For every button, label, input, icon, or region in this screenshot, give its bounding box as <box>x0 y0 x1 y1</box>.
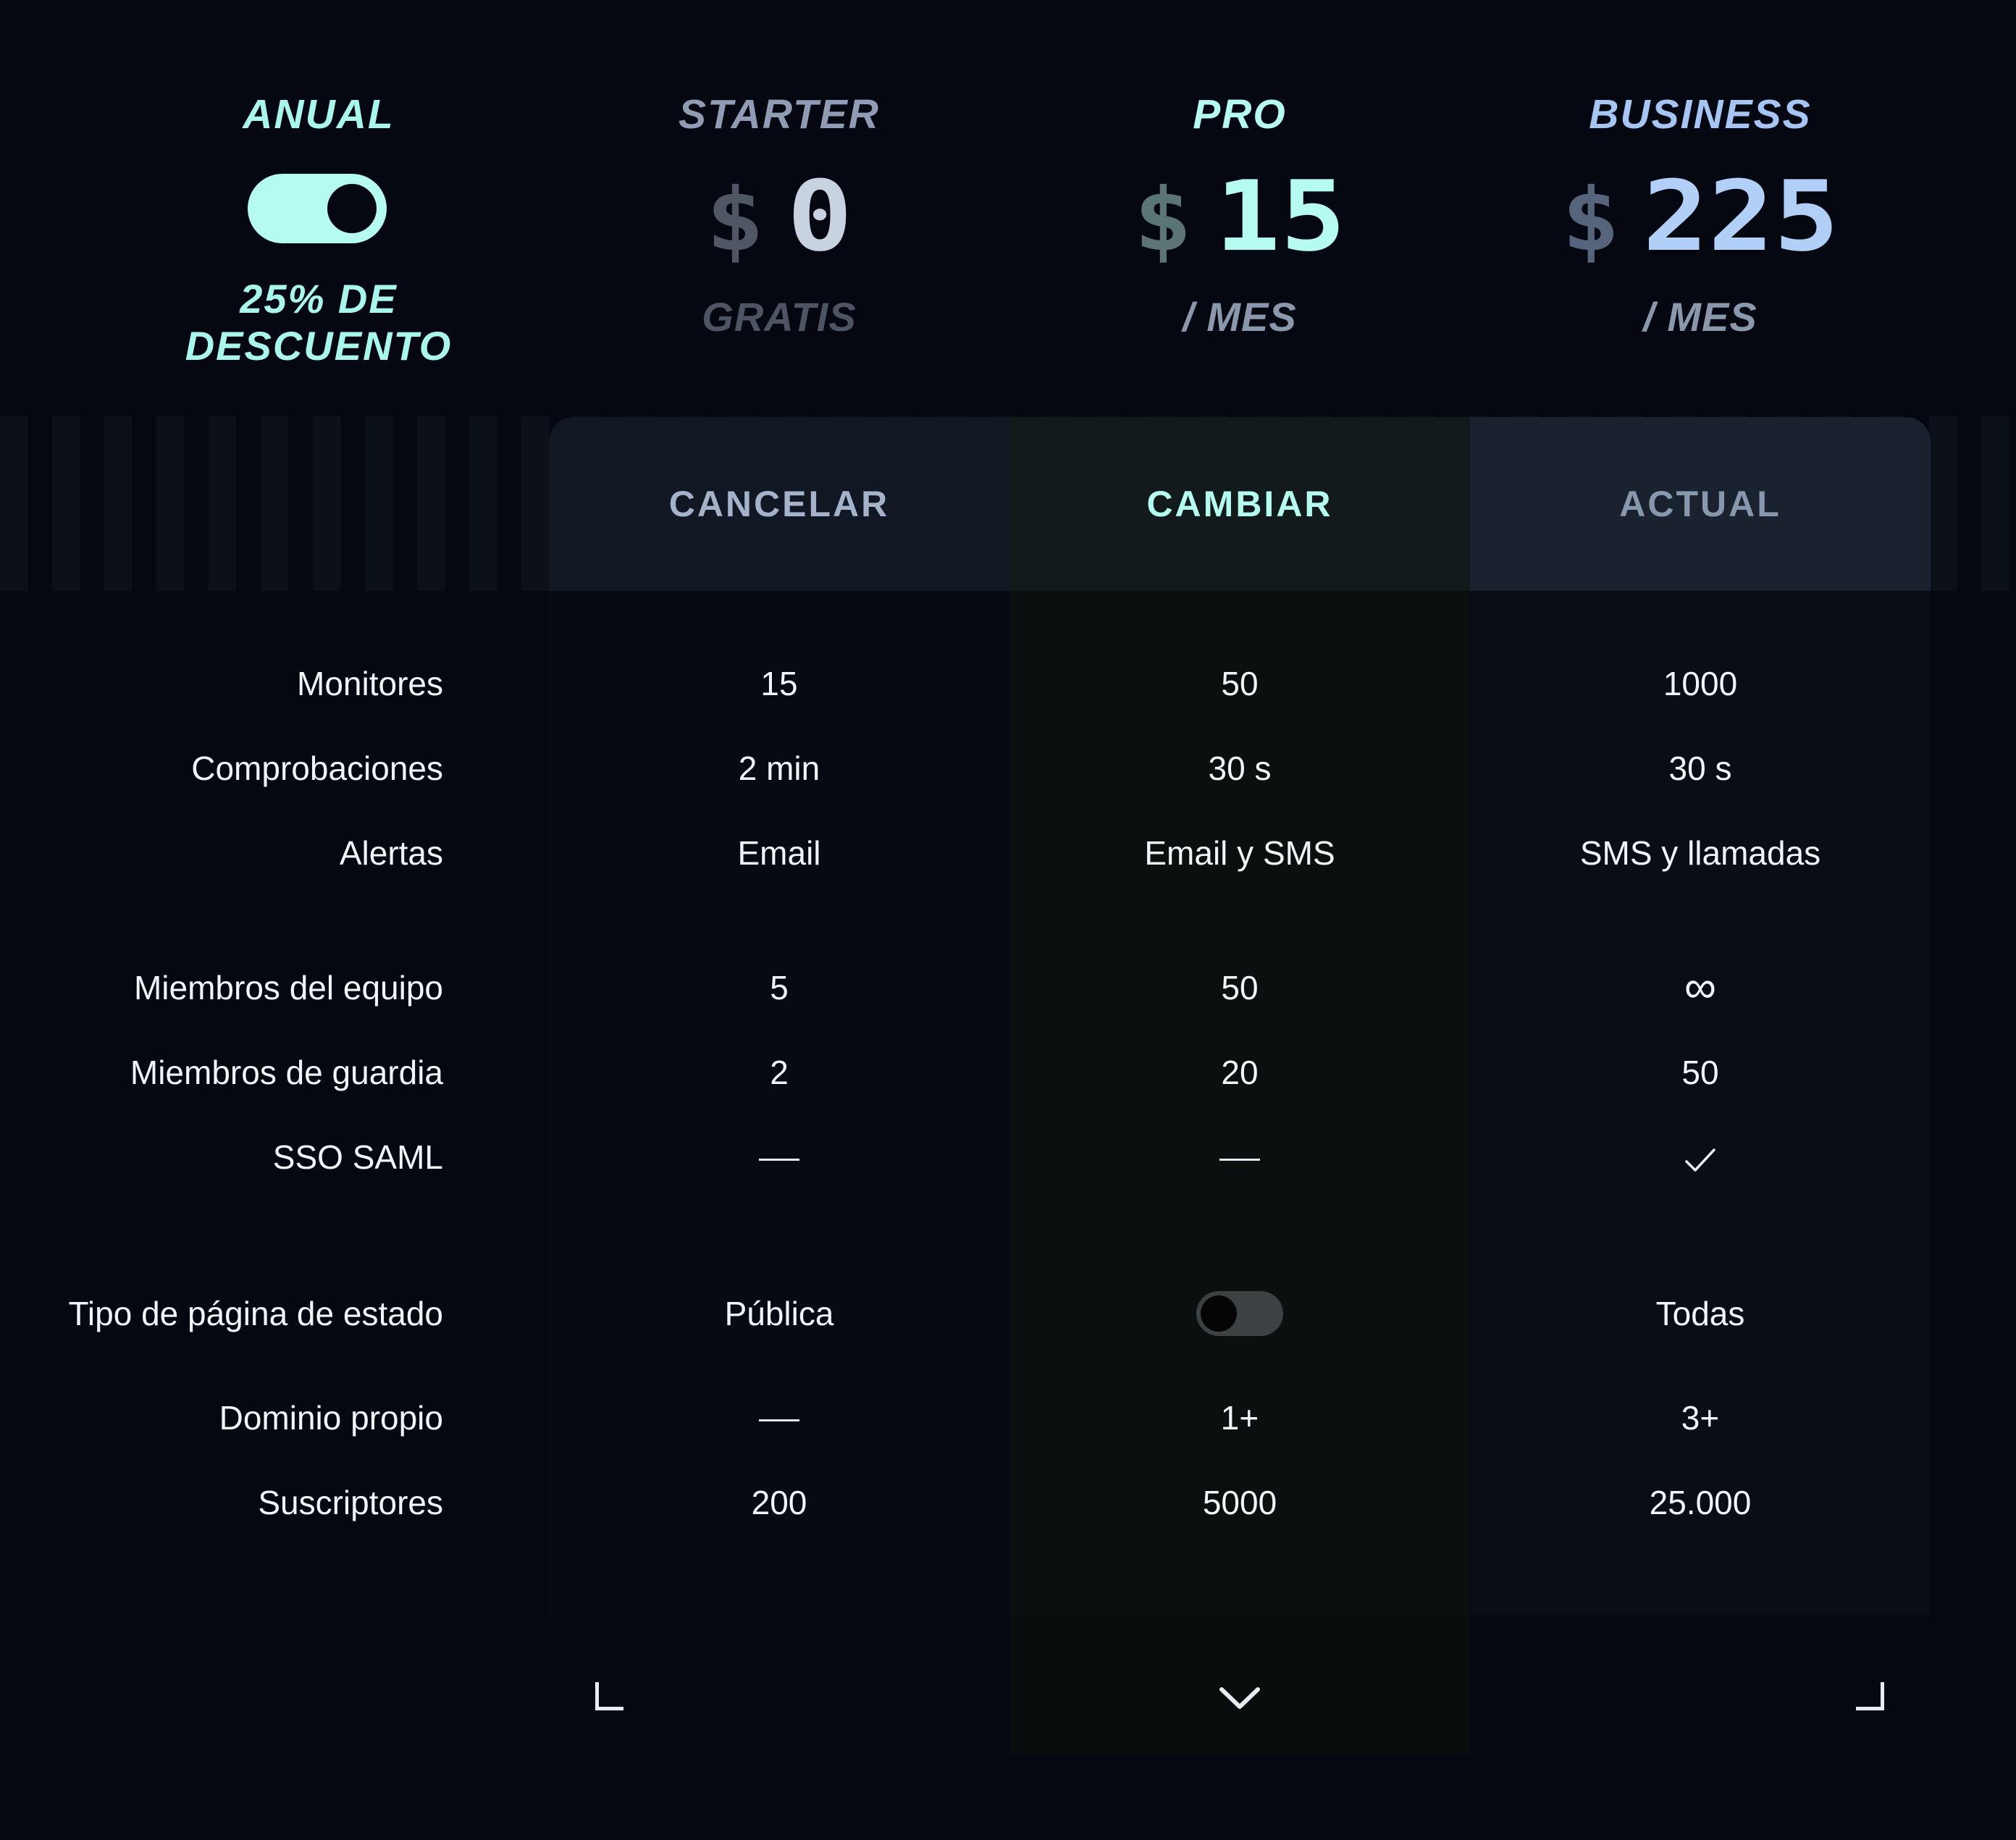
dash-icon <box>759 1419 799 1422</box>
cell-sso-saml <box>1470 1138 1931 1177</box>
plan-name: BUSINESS <box>1589 91 1812 138</box>
cell-subscribers: 200 <box>751 1484 807 1521</box>
corner-bracket-right-icon <box>1856 1682 1884 1710</box>
dash-icon <box>1219 1159 1260 1161</box>
column-footer <box>1009 1615 1470 1754</box>
cell-monitors: 1000 <box>1663 665 1738 702</box>
plan-price: $15 <box>982 168 1498 269</box>
corner-bracket-left-icon <box>595 1682 623 1710</box>
billing-toggle-section: ANUAL 25% DE DESCUENTO <box>109 0 529 377</box>
plan-header-business: BUSINESS $225 / MES <box>1470 0 1931 377</box>
cell-custom-domain: 1+ <box>1220 1399 1259 1437</box>
column-footer <box>1470 1615 1931 1754</box>
cell-monitors: 50 <box>1221 665 1259 702</box>
currency-symbol: $ <box>1133 170 1193 271</box>
plan-price: $225 <box>1442 168 1958 269</box>
feature-label-status-page-type: Tipo de página de estado <box>68 1295 443 1332</box>
cell-oncall-members: 2 <box>770 1054 789 1091</box>
plan-name: PRO <box>1193 91 1287 138</box>
feature-label-team-members: Miembros del equipo <box>133 969 443 1007</box>
column-footer <box>549 1615 1009 1754</box>
cell-checks: 30 s <box>1668 749 1732 787</box>
plan-column-business: ACTUAL 1000 30 s SMS y llamadas ∞ 50 Tod… <box>1470 417 1931 1754</box>
discount-label: 25% DE DESCUENTO <box>185 276 453 369</box>
cell-custom-domain: 3+ <box>1681 1399 1720 1437</box>
price-amount: 225 <box>1642 160 1839 273</box>
feature-label-oncall-members: Miembros de guardia <box>130 1054 443 1091</box>
feature-label-monitors: Monitores <box>297 665 443 702</box>
cell-alerts: Email <box>737 834 821 872</box>
plan-header-starter: STARTER $0 GRATIS <box>549 0 1009 377</box>
cell-checks: 2 min <box>738 749 820 787</box>
cell-sso-saml <box>1009 1138 1470 1177</box>
annual-billing-toggle[interactable] <box>248 174 387 243</box>
status-page-type-toggle[interactable] <box>1196 1291 1283 1336</box>
feature-label-sso-saml: SSO SAML <box>272 1138 443 1176</box>
price-amount: 0 <box>786 160 853 273</box>
price-amount: 15 <box>1214 160 1346 273</box>
cell-alerts: SMS y llamadas <box>1579 834 1821 872</box>
cell-sso-saml <box>549 1138 1009 1177</box>
toggle-knob <box>327 184 377 233</box>
feature-label-alerts: Alertas <box>339 834 443 872</box>
feature-label-custom-domain: Dominio propio <box>219 1399 443 1437</box>
dash-icon <box>759 1159 799 1161</box>
chevron-down-icon[interactable] <box>1219 1686 1261 1710</box>
feature-label-subscribers: Suscriptores <box>258 1484 443 1521</box>
toggle-knob <box>1201 1295 1237 1332</box>
cell-subscribers: 5000 <box>1202 1484 1277 1521</box>
currency-symbol: $ <box>705 170 765 271</box>
plan-header-pro: PRO $15 / MES <box>1009 0 1470 377</box>
plan-period: GRATIS <box>702 294 857 340</box>
plan-column-starter: CANCELAR 15 2 min Email 5 2 Pública 200 <box>549 417 1009 1754</box>
plan-price: $0 <box>521 168 1037 269</box>
plan-period: / MES <box>1183 294 1297 340</box>
cell-custom-domain <box>549 1398 1009 1437</box>
check-icon <box>1685 1148 1715 1172</box>
currency-symbol: $ <box>1561 170 1621 271</box>
change-plan-button[interactable]: CAMBIAR <box>1009 417 1470 591</box>
cancel-button[interactable]: CANCELAR <box>549 417 1009 591</box>
cell-team-members: 50 <box>1221 969 1259 1007</box>
cell-monitors: 15 <box>760 665 798 702</box>
cell-subscribers: 25.000 <box>1649 1484 1752 1521</box>
annual-label: ANUAL <box>243 91 395 138</box>
infinity-icon: ∞ <box>1684 962 1717 1012</box>
pricing-table: CANCELAR 15 2 min Email 5 2 Pública 200 … <box>549 417 1931 1754</box>
cell-checks: 30 s <box>1208 749 1272 787</box>
cell-status-page-type: Todas <box>1655 1295 1745 1332</box>
plan-name: STARTER <box>679 91 880 138</box>
plan-period: / MES <box>1643 294 1757 340</box>
current-plan-button[interactable]: ACTUAL <box>1470 417 1931 591</box>
plan-column-pro: CAMBIAR 50 30 s Email y SMS 50 20 1+ 500… <box>1009 417 1470 1754</box>
cell-alerts: Email y SMS <box>1144 834 1335 872</box>
cell-team-members: 5 <box>770 969 789 1007</box>
feature-label-checks: Comprobaciones <box>191 749 443 787</box>
cell-oncall-members: 20 <box>1221 1054 1259 1091</box>
cell-status-page-type: Pública <box>724 1295 834 1332</box>
cell-oncall-members: 50 <box>1681 1054 1719 1091</box>
